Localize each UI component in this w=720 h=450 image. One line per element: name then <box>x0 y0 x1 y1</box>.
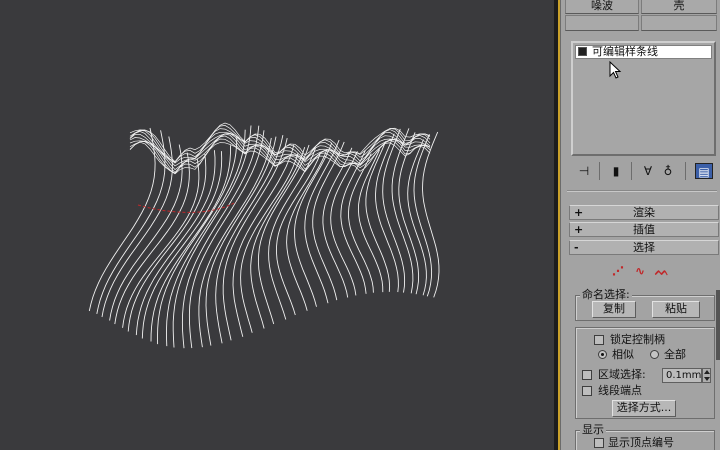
lock-handles-checkbox[interactable] <box>594 335 604 345</box>
modifier-stack-toolbar: ⊣ ▮ ∀ ♁ ▤ <box>567 158 717 184</box>
stack-item-toggle-icon[interactable] <box>578 47 587 56</box>
perspective-viewport[interactable] <box>0 0 554 450</box>
toolbar-divider <box>631 162 632 180</box>
modifier-button-empty-2[interactable] <box>641 15 717 31</box>
paste-button[interactable]: 粘贴 <box>652 301 700 318</box>
area-selection-spinner[interactable]: 0.1mm <box>662 368 702 383</box>
command-panel-scrollbar[interactable] <box>716 290 720 360</box>
copy-button[interactable]: 复制 <box>592 301 636 318</box>
sub-object-level-icons: ⋰ ∿ ᨓ <box>609 265 679 279</box>
spline-contour-line <box>122 158 200 328</box>
remove-modifier-icon[interactable]: ♁ <box>659 163 677 179</box>
segment-level-icon[interactable]: ∿ <box>631 265 649 277</box>
rollout-selection-title: 选择 <box>633 241 655 254</box>
spline-contour-line <box>286 148 328 311</box>
rollout-render[interactable]: + 渲染 <box>569 205 719 220</box>
show-end-result-icon[interactable]: ▮ <box>607 163 625 179</box>
mouse-cursor-icon <box>609 61 622 79</box>
rollout-selection[interactable]: - 选择 <box>569 240 719 255</box>
spline-contour-line <box>413 134 433 297</box>
rollout-interpolation-title: 插值 <box>633 223 655 236</box>
area-selection-label: 区域选择: <box>598 368 646 381</box>
spline-contour-line <box>365 141 391 292</box>
panel-separator <box>567 190 717 192</box>
named-selections-title: 命名选择: <box>580 288 632 301</box>
rollout-render-title: 渲染 <box>633 206 655 219</box>
show-vertex-numbers-checkbox[interactable] <box>594 438 604 448</box>
all-label: 全部 <box>664 348 686 361</box>
spline-level-icon[interactable]: ᨓ <box>653 265 671 277</box>
show-vertex-numbers-label: 显示顶点编号 <box>608 436 674 449</box>
command-panel: 噪波 壳 可编辑样条线 ⊣ ▮ ∀ ♁ ▤ + 渲染 + 插值 - 选择 ⋰ ∿… <box>560 0 720 450</box>
rollout-collapse-icon: - <box>574 241 579 254</box>
pin-stack-icon[interactable]: ⊣ <box>575 163 593 179</box>
modifier-button-noise[interactable]: 噪波 <box>565 0 639 14</box>
segment-end-checkbox[interactable] <box>582 386 592 396</box>
spline-contour-line <box>398 132 420 295</box>
segment-end-label: 线段端点 <box>598 384 642 397</box>
spinner-arrows-icon[interactable] <box>702 368 711 383</box>
stack-item-editable-spline[interactable]: 可编辑样条线 <box>575 45 712 59</box>
make-unique-icon[interactable]: ∀ <box>639 163 657 179</box>
configure-modifier-sets-icon[interactable]: ▤ <box>695 163 713 179</box>
modifier-button-empty-1[interactable] <box>565 15 639 31</box>
rollout-expand-icon: + <box>574 223 584 236</box>
spline-crest-line <box>129 135 431 174</box>
toolbar-divider <box>685 162 686 180</box>
vertex-level-icon[interactable]: ⋰ <box>609 265 627 277</box>
spline-contour-line <box>268 147 317 320</box>
wireframe-spline-object[interactable] <box>0 0 554 450</box>
lock-handles-label: 锁定控制柄 <box>610 333 665 346</box>
display-group-title: 显示 <box>580 423 606 436</box>
rollout-expand-icon: + <box>574 206 584 219</box>
rollout-interpolation[interactable]: + 插值 <box>569 222 719 237</box>
area-selection-checkbox[interactable] <box>582 370 592 380</box>
toolbar-divider <box>599 162 600 180</box>
select-by-button[interactable]: 选择方式... <box>612 400 676 417</box>
all-radio[interactable] <box>650 350 659 359</box>
spline-contour-line <box>330 151 358 296</box>
stack-item-label: 可编辑样条线 <box>592 45 658 58</box>
named-selections-group: 命名选择: 复制 粘贴 <box>575 289 715 321</box>
spline-contour-line <box>407 139 427 296</box>
spline-contour-line <box>422 131 440 298</box>
alike-label: 相似 <box>612 348 634 361</box>
alike-radio[interactable] <box>598 350 607 359</box>
modifier-stack-list[interactable]: 可编辑样条线 <box>571 41 716 156</box>
spline-contour-line <box>172 125 252 348</box>
spline-contour-line <box>135 150 216 336</box>
spline-contour-line <box>205 136 277 346</box>
display-group: 显示 显示顶点编号 <box>575 424 715 450</box>
modifier-button-shell[interactable]: 壳 <box>641 0 717 14</box>
